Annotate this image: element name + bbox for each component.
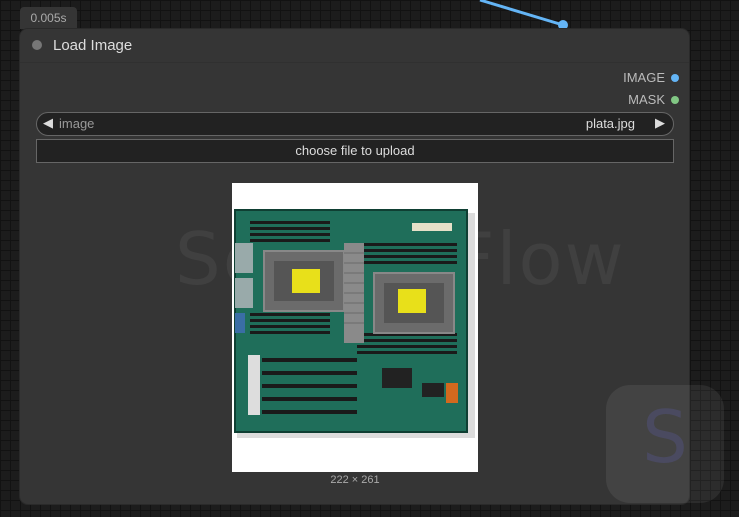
combo-value[interactable]: plata.jpg [586, 116, 635, 131]
brand-logo-letter: S [642, 395, 688, 479]
load-image-node[interactable]: Load Image IMAGE MASK ◀ image plata.jpg … [20, 29, 689, 504]
preview-dimensions: 222 × 261 [330, 474, 380, 486]
image-preview [232, 183, 478, 472]
combo-next-arrow-icon[interactable]: ▶ [655, 115, 665, 131]
upload-button[interactable]: choose file to upload [36, 139, 674, 163]
execution-time-badge: 0.005s [20, 7, 77, 29]
node-header[interactable]: Load Image [20, 29, 689, 63]
brand-logo: S [606, 385, 724, 503]
output-mask-slot[interactable]: MASK [628, 92, 679, 107]
collapse-dot-icon[interactable] [32, 40, 42, 50]
output-image-dot-icon[interactable] [671, 73, 679, 82]
image-combo-widget[interactable]: ◀ image plata.jpg ▶ [36, 112, 674, 136]
motherboard-image [232, 183, 478, 472]
output-mask-label: MASK [628, 92, 665, 107]
node-title: Load Image [53, 37, 133, 54]
combo-label: image [59, 116, 95, 131]
output-image-slot[interactable]: IMAGE [623, 70, 679, 85]
combo-prev-arrow-icon[interactable]: ◀ [43, 115, 53, 131]
output-image-label: IMAGE [623, 70, 665, 85]
output-mask-dot-icon[interactable] [671, 95, 679, 104]
